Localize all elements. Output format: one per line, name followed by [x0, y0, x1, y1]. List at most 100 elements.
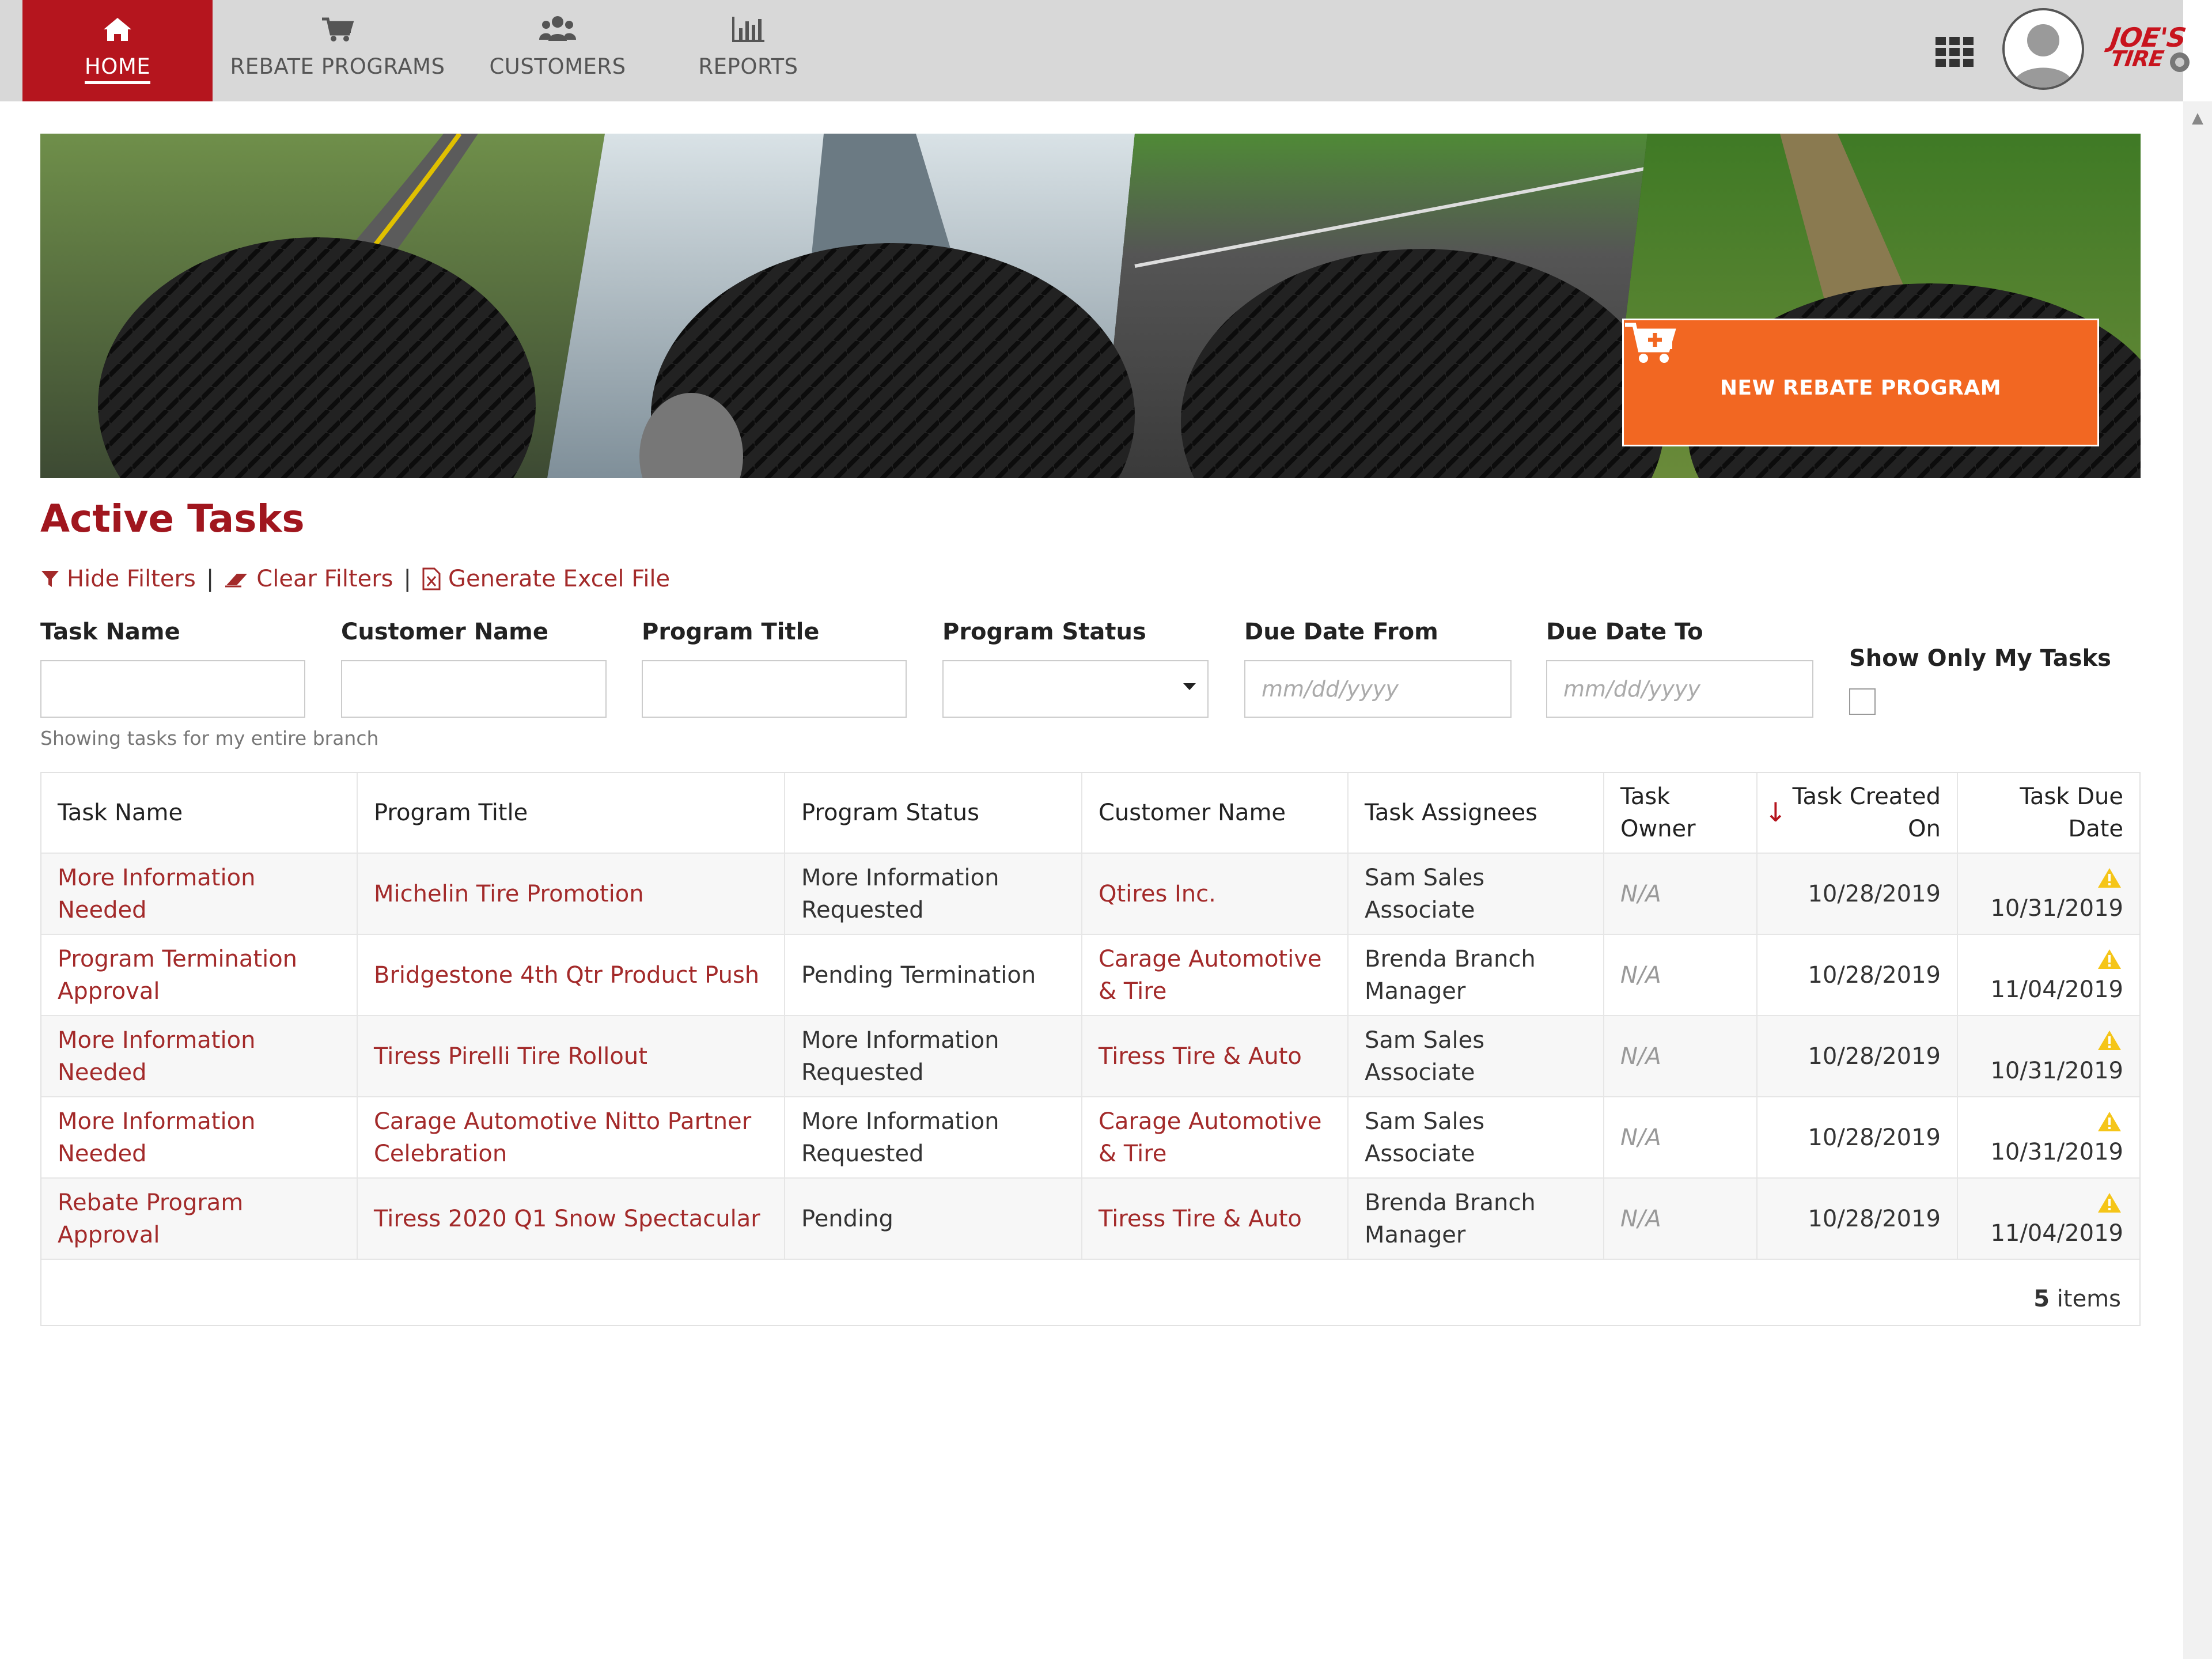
customer-name-cell[interactable]: Tiress Tire & Auto — [1082, 1178, 1349, 1260]
items-count-number: 5 — [2033, 1286, 2050, 1312]
table-row[interactable]: More Information Needed Carage Automotive… — [41, 1097, 2139, 1179]
tire-banner-image: NEW REBATE PROGRAM — [40, 134, 2141, 478]
column-header-program-status[interactable]: Program Status — [785, 773, 1082, 854]
task-name-link[interactable]: More Information — [58, 1027, 255, 1054]
program-title-link[interactable]: Bridgestone 4th Qtr Product Push — [374, 962, 759, 988]
owner-header-line1: Task — [1620, 783, 1671, 810]
customer-name-cell[interactable]: Carage Automotive & Tire — [1082, 1097, 1349, 1179]
customer-name-cell[interactable]: Qtires Inc. — [1082, 853, 1349, 935]
owner-header-line2: Owner — [1620, 816, 1696, 842]
eraser-icon — [225, 574, 248, 588]
tire-gear-icon — [2170, 52, 2190, 72]
show-only-my-tasks-checkbox[interactable] — [1849, 688, 1876, 715]
customer-name-link[interactable]: Tiress Tire & Auto — [1099, 1043, 1302, 1070]
customer-name-link[interactable]: Qtires Inc. — [1099, 881, 1216, 907]
program-status-text: More Information — [801, 1108, 999, 1135]
table-row[interactable]: More Information Needed Michelin Tire Pro… — [41, 853, 2139, 935]
task-name-link-line2[interactable]: Needed — [58, 897, 147, 923]
customer-name-filter-input[interactable] — [341, 660, 607, 718]
page-scrollbar[interactable] — [2183, 101, 2212, 1659]
due-date-to-input[interactable] — [1546, 660, 1813, 718]
program-status-select[interactable] — [942, 660, 1209, 718]
due-date-from-input[interactable] — [1244, 660, 1512, 718]
user-avatar[interactable] — [2002, 8, 2084, 90]
program-title-cell[interactable]: Tiress 2020 Q1 Snow Spectacular — [357, 1178, 785, 1260]
task-created-cell: 10/28/2019 — [1757, 1178, 1958, 1260]
customer-name-cell[interactable]: Carage Automotive & Tire — [1082, 934, 1349, 1016]
task-name-cell[interactable]: Rebate Program Approval — [41, 1178, 358, 1260]
task-owner-value: N/A — [1620, 1205, 1661, 1232]
program-title-filter-input[interactable] — [642, 660, 907, 718]
program-title-link-line2[interactable]: Celebration — [374, 1141, 507, 1167]
cart-icon — [321, 15, 354, 44]
separator: | — [206, 566, 214, 592]
task-name-link[interactable]: Rebate Program — [58, 1190, 243, 1216]
excel-file-icon — [422, 567, 441, 590]
column-header-task-name[interactable]: Task Name — [41, 773, 358, 854]
program-status-cell: More Information Requested — [785, 853, 1082, 935]
nav-rebate-programs[interactable]: REBATE PROGRAMS — [219, 0, 456, 101]
program-title-cell[interactable]: Bridgestone 4th Qtr Product Push — [357, 934, 785, 1016]
program-status-text-line2: Requested — [801, 1059, 924, 1086]
created-header-line1: Task Created — [1792, 783, 1941, 810]
task-created-cell: 10/28/2019 — [1757, 853, 1958, 935]
task-name-cell[interactable]: More Information Needed — [41, 853, 358, 935]
joes-tire-logo[interactable]: JOE'S TIRE — [2108, 22, 2190, 79]
hide-filters-link[interactable]: Hide Filters — [40, 566, 196, 592]
task-name-link[interactable]: More Information — [58, 865, 255, 891]
program-title-link[interactable]: Tiress 2020 Q1 Snow Spectacular — [374, 1206, 760, 1232]
customer-name-link[interactable]: Tiress Tire & Auto — [1099, 1206, 1302, 1232]
column-header-customer-name[interactable]: Customer Name — [1082, 773, 1349, 854]
column-header-task-owner[interactable]: Task Owner — [1604, 773, 1758, 854]
assignee-role: Associate — [1365, 1140, 1475, 1167]
task-owner-cell: N/A — [1604, 934, 1758, 1016]
customer-name-link-line2[interactable]: & Tire — [1099, 1141, 1166, 1167]
new-rebate-program-button[interactable]: NEW REBATE PROGRAM — [1622, 319, 2099, 446]
program-title-link[interactable]: Carage Automotive Nitto Partner — [374, 1108, 751, 1135]
task-name-link[interactable]: More Information — [58, 1108, 255, 1135]
task-name-link-line2[interactable]: Needed — [58, 1059, 147, 1086]
column-header-task-due-date[interactable]: Task Due Date — [1957, 773, 2139, 854]
task-name-link-line2[interactable]: Approval — [58, 1222, 160, 1248]
customer-name-link-line2[interactable]: & Tire — [1099, 978, 1166, 1005]
customer-name-link[interactable]: Carage Automotive — [1099, 946, 1322, 972]
nav-customers[interactable]: CUSTOMERS — [472, 0, 643, 101]
assignee-name: Sam Sales — [1365, 1027, 1485, 1054]
task-name-cell[interactable]: More Information Needed — [41, 1097, 358, 1179]
program-title-cell[interactable]: Tiress Pirelli Tire Rollout — [357, 1016, 785, 1097]
customer-name-cell[interactable]: Tiress Tire & Auto — [1082, 1016, 1349, 1097]
apps-grid-icon[interactable] — [1934, 36, 1975, 68]
clear-filters-link[interactable]: Clear Filters — [224, 566, 393, 592]
assignee-name: Sam Sales — [1365, 864, 1485, 891]
task-name-cell[interactable]: Program Termination Approval — [41, 934, 358, 1016]
nav-reports-label: REPORTS — [698, 54, 798, 79]
new-rebate-program-label: NEW REBATE PROGRAM — [1719, 376, 2002, 400]
nav-home[interactable]: HOME — [22, 0, 213, 101]
program-title-cell[interactable]: Michelin Tire Promotion — [357, 853, 785, 935]
customer-name-link[interactable]: Carage Automotive — [1099, 1108, 1322, 1135]
generate-excel-link[interactable]: Generate Excel File — [422, 566, 670, 592]
assignee-role: Associate — [1365, 1059, 1475, 1086]
column-header-task-assignees[interactable]: Task Assignees — [1348, 773, 1604, 854]
program-title-link[interactable]: Michelin Tire Promotion — [374, 881, 644, 907]
task-name-filter-input[interactable] — [40, 660, 305, 718]
task-name-link[interactable]: Program Termination — [58, 946, 297, 972]
program-title-cell[interactable]: Carage Automotive Nitto Partner Celebrati… — [357, 1097, 785, 1179]
table-row[interactable]: More Information Needed Tiress Pirelli Ti… — [41, 1016, 2139, 1097]
task-actions-bar: Hide Filters | Clear Filters | Generate … — [40, 566, 670, 592]
nav-home-label: HOME — [84, 54, 151, 84]
nav-reports[interactable]: REPORTS — [677, 0, 819, 101]
table-row[interactable]: Rebate Program Approval Tiress 2020 Q1 Sn… — [41, 1178, 2139, 1260]
task-name-filter-label: Task Name — [40, 619, 180, 645]
column-header-task-created-on[interactable]: ↓ Task Created On — [1757, 773, 1958, 854]
task-due-cell: 11/04/2019 — [1957, 1178, 2139, 1260]
task-name-link-line2[interactable]: Approval — [58, 978, 160, 1005]
assignee-role: Manager — [1365, 1221, 1466, 1248]
task-name-link-line2[interactable]: Needed — [58, 1141, 147, 1167]
scroll-up-arrow-icon[interactable]: ▲ — [2183, 104, 2212, 132]
task-due-cell: 10/31/2019 — [1957, 853, 2139, 935]
task-name-cell[interactable]: More Information Needed — [41, 1016, 358, 1097]
column-header-program-title[interactable]: Program Title — [357, 773, 785, 854]
table-row[interactable]: Program Termination Approval Bridgestone … — [41, 934, 2139, 1016]
program-title-link[interactable]: Tiress Pirelli Tire Rollout — [374, 1043, 647, 1070]
